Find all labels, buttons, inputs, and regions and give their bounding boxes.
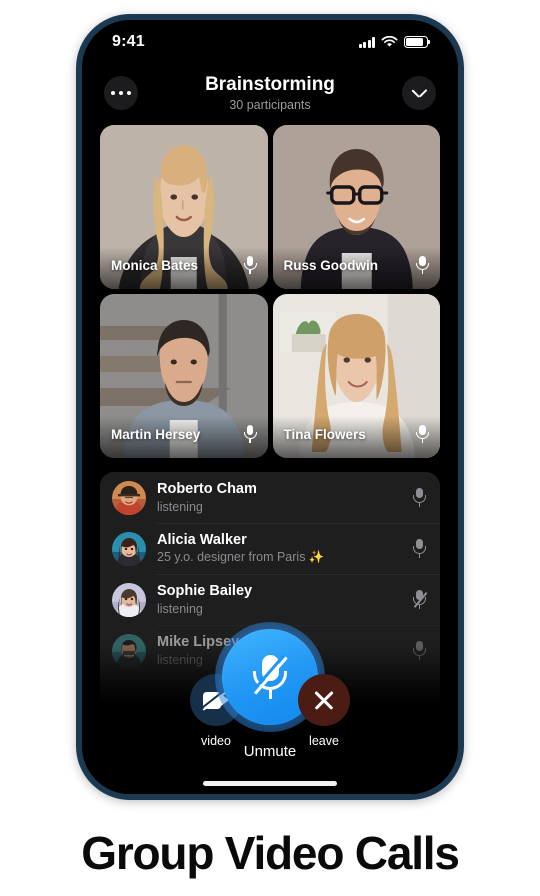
home-indicator[interactable] xyxy=(203,781,337,786)
microphone-icon[interactable] xyxy=(413,488,426,507)
list-item-text: Sophie Bailey listening xyxy=(157,583,402,616)
list-item[interactable]: Alicia Walker 25 y.o. designer from Pari… xyxy=(100,523,440,574)
participant-status: listening xyxy=(157,601,203,616)
avatar xyxy=(112,531,146,566)
leave-button-circle xyxy=(298,674,350,726)
participant-name: Sophie Bailey xyxy=(157,583,253,600)
video-tile[interactable]: Tina Flowers xyxy=(272,294,440,458)
video-tile[interactable]: Russ Goodwin xyxy=(272,125,440,289)
leave-call-button[interactable]: leave xyxy=(287,674,361,748)
participant-count: 30 participants xyxy=(229,97,311,112)
status-bar: 9:41 xyxy=(82,20,458,64)
more-dots-icon xyxy=(110,90,132,96)
microphone-icon xyxy=(416,424,429,444)
tile-name-badge: Russ Goodwin xyxy=(272,247,440,289)
call-controls: video Unmute leave xyxy=(82,622,458,794)
microphone-icon[interactable] xyxy=(413,539,426,558)
tile-name-badge: Tina Flowers xyxy=(272,416,440,458)
video-tile[interactable]: Martin Hersey xyxy=(100,294,268,458)
microphone-icon xyxy=(243,424,257,444)
tile-participant-name: Russ Goodwin xyxy=(283,257,379,273)
close-x-icon xyxy=(312,688,336,712)
microphone-muted-icon xyxy=(251,651,289,703)
chevron-down-icon xyxy=(411,88,427,98)
collapse-call-button[interactable] xyxy=(402,76,436,110)
call-header: Brainstorming 30 participants xyxy=(82,64,458,122)
tile-participant-name: Martin Hersey xyxy=(111,426,201,442)
participant-name: Roberto Cham xyxy=(157,481,257,498)
more-options-button[interactable] xyxy=(104,76,138,110)
avatar xyxy=(112,480,146,515)
tile-participant-name: Monica Bates xyxy=(111,257,199,273)
tile-name-badge: Martin Hersey xyxy=(100,416,268,458)
list-item-text: Roberto Cham listening xyxy=(157,481,402,514)
participant-status: listening xyxy=(157,499,203,514)
phone-screen: 9:41 Brainstorming 30 participants Monic… xyxy=(82,20,458,794)
cellular-bars-icon xyxy=(358,37,375,48)
tile-name-badge: Monica Bates xyxy=(100,247,268,289)
battery-icon xyxy=(404,36,431,48)
participant-status: 25 y.o. designer from Paris ✨ xyxy=(157,550,325,565)
status-bar-clock: 9:41 xyxy=(112,33,145,50)
microphone-icon xyxy=(243,255,257,275)
video-grid: Monica Bates Russ Goodwin Martin Hersey … xyxy=(82,125,458,458)
video-tile[interactable]: Monica Bates xyxy=(100,125,268,289)
list-item[interactable]: Roberto Cham listening xyxy=(100,472,440,523)
status-bar-icons xyxy=(358,36,431,48)
avatar xyxy=(112,582,146,617)
promo-caption: Group Video Calls xyxy=(81,827,460,879)
phone-frame: 9:41 Brainstorming 30 participants Monic… xyxy=(76,14,464,800)
leave-button-label: leave xyxy=(309,734,339,748)
call-title-block: Brainstorming 30 participants xyxy=(138,74,402,112)
participant-name: Alicia Walker xyxy=(157,531,247,548)
microphone-icon xyxy=(416,255,429,275)
tile-participant-name: Tina Flowers xyxy=(283,426,366,442)
list-item[interactable]: Sophie Bailey listening xyxy=(100,574,440,625)
screenshot-root: 9:41 Brainstorming 30 participants Monic… xyxy=(0,0,540,896)
microphone-muted-icon[interactable] xyxy=(413,590,428,609)
page-title: Brainstorming xyxy=(205,74,335,96)
wifi-icon xyxy=(381,36,398,47)
list-item-text: Alicia Walker 25 y.o. designer from Pari… xyxy=(157,532,402,566)
